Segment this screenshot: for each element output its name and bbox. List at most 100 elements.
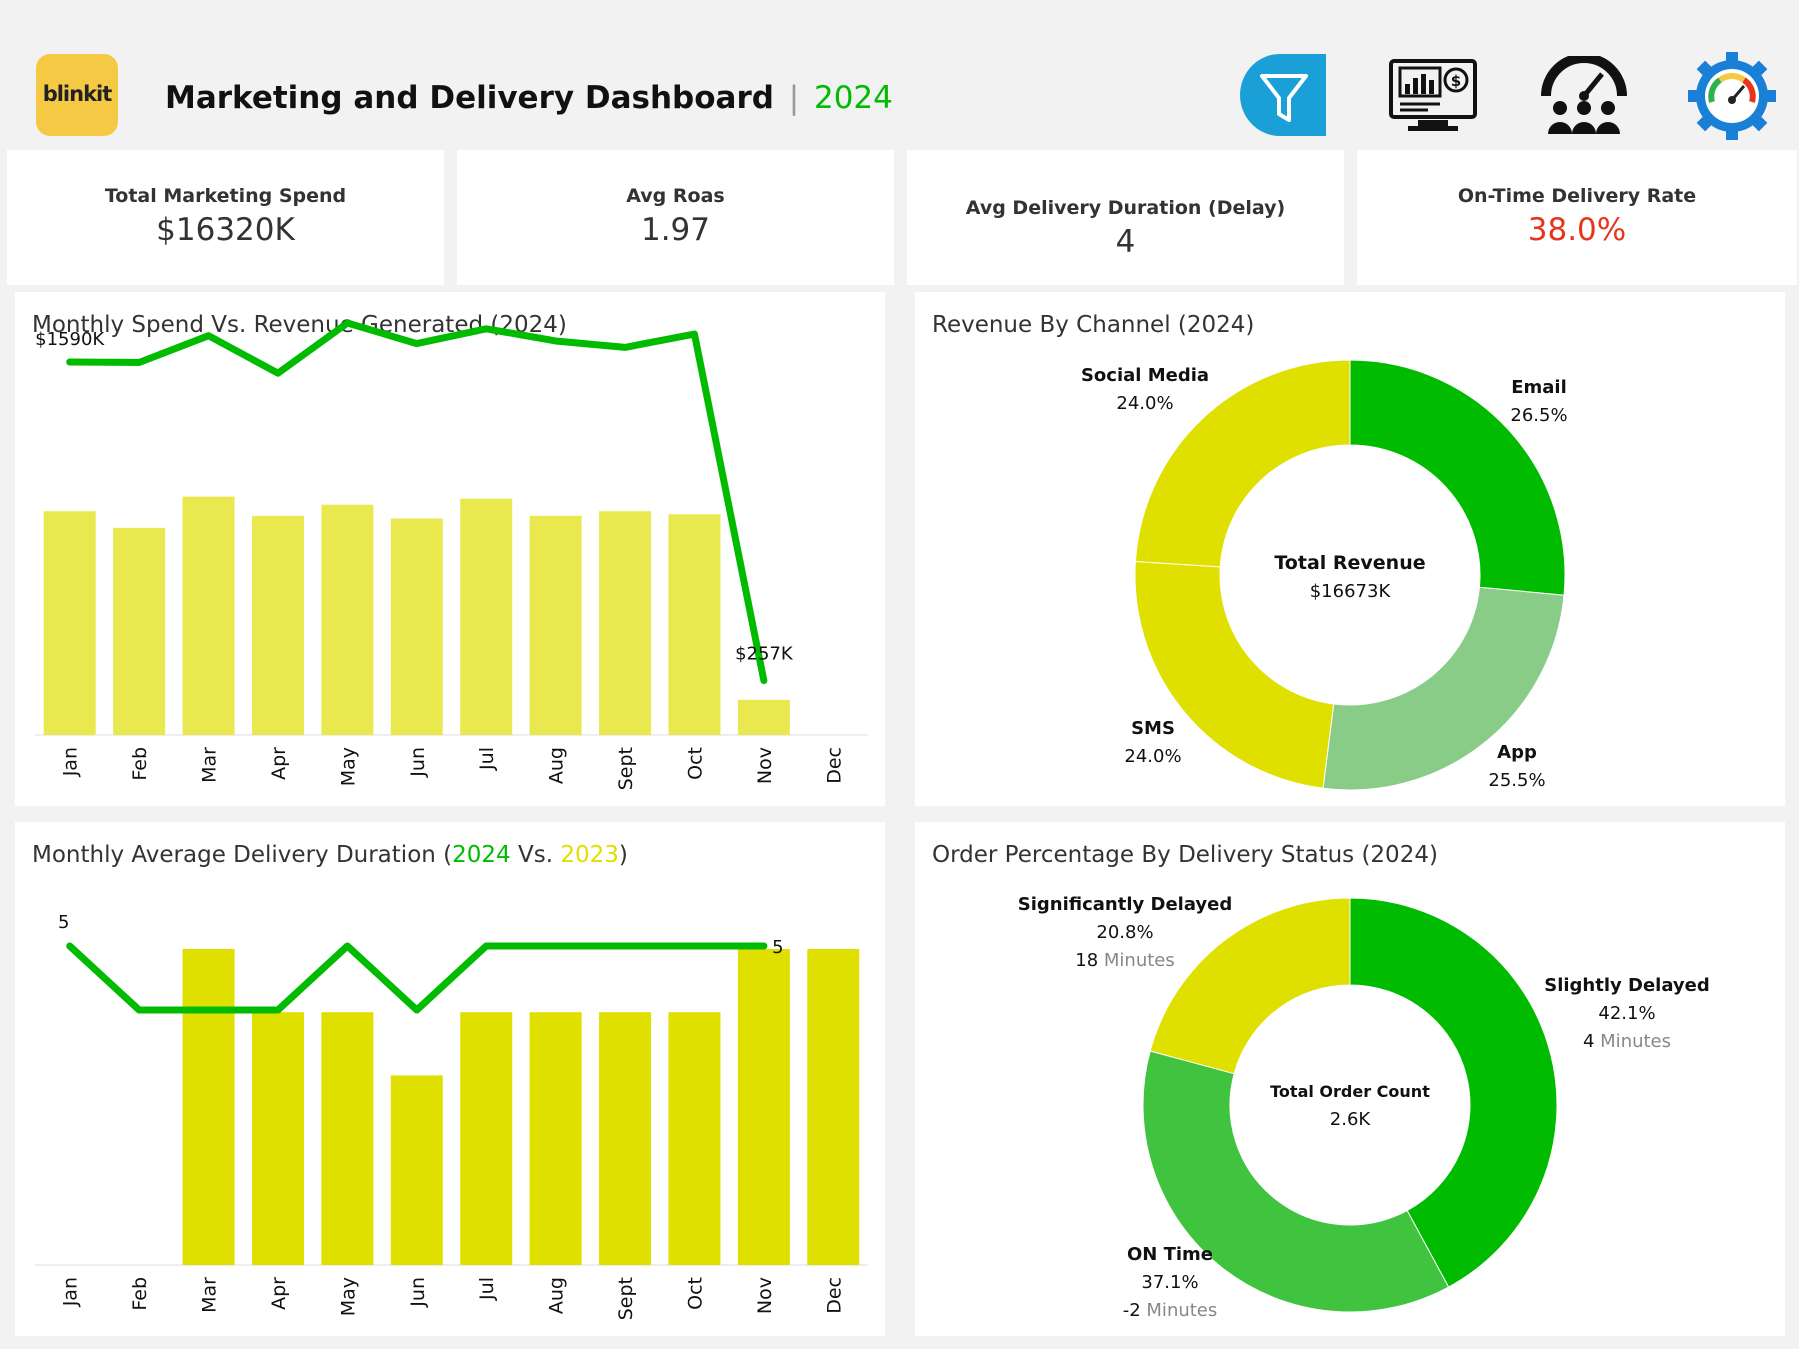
kpi-card-avg-delivery-duration: Avg Delivery Duration (Delay) 4 — [907, 150, 1344, 285]
dashboard-title: Marketing and Delivery Dashboard | 2024 — [165, 80, 893, 116]
bar — [251, 1012, 304, 1265]
slice-name-label: Social Media — [1081, 365, 1209, 386]
minutes-unit: Minutes — [1600, 1031, 1671, 1052]
title-text: Marketing and Delivery Dashboard — [165, 80, 774, 116]
x-tick-label: Sept — [615, 1277, 637, 1320]
slice-minutes-label: 4 Minutes — [1583, 1031, 1671, 1052]
x-tick-label: Jul — [476, 747, 498, 771]
x-tick-label: Apr — [268, 747, 290, 780]
bar — [529, 515, 582, 735]
data-label: 5 — [772, 937, 783, 958]
x-tick-label: Jan — [60, 747, 82, 777]
slice-name-label: Significantly Delayed — [1018, 894, 1233, 915]
slice-minutes-label: 18 Minutes — [1075, 950, 1175, 971]
bar — [113, 527, 166, 735]
bar — [390, 518, 443, 735]
delivery-status-donut: Total Order Count 2.6K Slightly Delayed 42.… — [1018, 894, 1710, 1321]
center-value: 2.6K — [1330, 1109, 1372, 1130]
bar — [599, 1012, 652, 1265]
center-label: Total Revenue — [1274, 552, 1425, 574]
x-tick-label: Nov — [754, 747, 776, 784]
kpi-card-avg-roas: Avg Roas 1.97 — [457, 150, 894, 285]
minutes-value: 18 — [1075, 950, 1104, 971]
filter-icon[interactable] — [1240, 54, 1326, 136]
x-tick-label: Nov — [754, 1277, 776, 1314]
panel-monthly-spend-revenue: Monthly Spend Vs. Revenue Generated (202… — [15, 292, 885, 806]
data-label: $257K — [735, 644, 794, 665]
bar — [321, 1012, 374, 1265]
x-tick-label: Jul — [476, 1277, 498, 1301]
slice-name-label: SMS — [1131, 718, 1175, 739]
panel-revenue-by-channel: Revenue By Channel (2024) Total Revenue $… — [915, 292, 1785, 806]
monitor-dollar-icon[interactable]: $ — [1388, 58, 1478, 134]
bar — [460, 498, 513, 735]
line-series — [66, 942, 768, 1014]
slice-name-label: Slightly Delayed — [1544, 975, 1710, 996]
donut-slice — [1149, 897, 1351, 1075]
slice-name-label: App — [1497, 742, 1537, 763]
x-tick-label: Mar — [199, 1277, 221, 1313]
title-year: 2024 — [813, 80, 893, 116]
x-tick-label: May — [337, 747, 359, 786]
slice-percent-label: 20.8% — [1096, 922, 1153, 943]
x-tick-label: Mar — [199, 747, 221, 783]
minutes-unit: Minutes — [1146, 1300, 1217, 1321]
revenue-channel-donut: Total Revenue $16673K Email 26.5% App 25.5% SM… — [1081, 359, 1568, 791]
center-value: $16673K — [1310, 581, 1392, 602]
bar — [182, 496, 235, 735]
kpi-value: 38.0% — [1527, 212, 1627, 248]
data-label: $1590K — [35, 329, 105, 350]
bar — [668, 514, 721, 735]
kpi-value: 4 — [1115, 224, 1136, 260]
bar — [182, 949, 235, 1265]
gear-gauge-icon[interactable] — [1688, 52, 1776, 140]
bar — [807, 949, 860, 1265]
x-tick-label: Oct — [684, 747, 706, 780]
slice-percent-label: 24.0% — [1116, 393, 1173, 414]
minutes-unit: Minutes — [1104, 950, 1175, 971]
header: blinkit Marketing and Delivery Dashboard… — [0, 0, 1799, 145]
x-tick-label: Jun — [407, 1277, 429, 1308]
x-tick-label: May — [337, 1277, 359, 1316]
svg-text:$: $ — [1451, 72, 1461, 90]
speedometer-team-icon[interactable] — [1540, 53, 1628, 136]
slice-name-label: Email — [1511, 377, 1567, 398]
minutes-value: 4 — [1583, 1031, 1600, 1052]
x-tick-label: Apr — [268, 1277, 290, 1310]
x-tick-label: Dec — [823, 1277, 845, 1314]
bar — [668, 1012, 721, 1265]
x-tick-label: Aug — [546, 747, 568, 784]
donut-slice — [1134, 359, 1351, 568]
bar — [529, 1012, 582, 1265]
data-label: 5 — [58, 912, 69, 933]
center-label: Total Order Count — [1270, 1082, 1430, 1101]
slice-percent-label: 42.1% — [1598, 1003, 1655, 1024]
kpi-card-total-marketing-spend: Total Marketing Spend $16320K — [7, 150, 444, 285]
x-tick-label: Jun — [407, 747, 429, 778]
kpi-card-on-time-delivery-rate: On-Time Delivery Rate 38.0% — [1357, 150, 1797, 285]
x-tick-label: Feb — [129, 747, 151, 781]
kpi-title: Total Marketing Spend — [104, 185, 347, 207]
slice-percent-label: 37.1% — [1141, 1272, 1198, 1293]
slice-name-label: ON Time — [1127, 1244, 1213, 1265]
x-tick-label: Aug — [546, 1277, 568, 1314]
bar — [43, 511, 96, 735]
blinkit-logo: blinkit — [36, 54, 118, 136]
kpi-value: $16320K — [156, 212, 295, 248]
minutes-value: -2 — [1123, 1300, 1147, 1321]
bar — [737, 699, 790, 735]
kpi-value: 1.97 — [640, 212, 711, 248]
bar — [599, 511, 652, 735]
x-tick-label: Jan — [60, 1277, 82, 1307]
logo-text: blinkit — [42, 82, 113, 106]
x-tick-label: Dec — [823, 747, 845, 784]
bar — [390, 1075, 443, 1265]
bar — [321, 504, 374, 735]
delivery-duration-chart: Jan Feb Mar Apr May Jun Jul Aug Sept Oct Nov Dec 5 5 — [35, 912, 868, 1320]
kpi-title: On-Time Delivery Rate — [1457, 185, 1697, 207]
slice-percent-label: 25.5% — [1488, 770, 1545, 791]
x-tick-label: Oct — [684, 1277, 706, 1310]
x-tick-label: Feb — [129, 1277, 151, 1311]
slice-percent-label: 24.0% — [1124, 746, 1181, 767]
x-tick-label: Sept — [615, 747, 637, 790]
